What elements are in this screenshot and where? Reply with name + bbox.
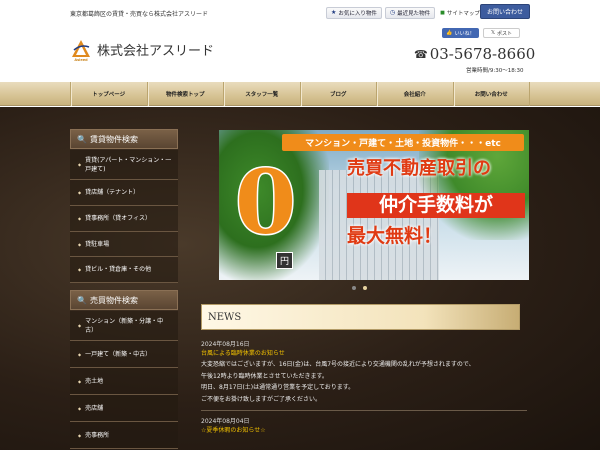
rental-search-list: ◆ 賃貸(アパート・マンション・一戸建て) ◆ 貸店舗（テナント） ◆ 貸事務所… xyxy=(70,150,178,283)
favorites-label: お気に入り物件 xyxy=(338,10,377,17)
news-body-line: 明日、8月17日(土)は通常通り営業を予定しております。 xyxy=(201,384,355,391)
news-date: 2024年08月04日 xyxy=(201,418,250,425)
logo-text: Asleed xyxy=(74,58,88,62)
site-header: 東京都葛飾区の賃貸・売買なら株式会社アスリード ★ お気に入り物件 ◷ 最近見た… xyxy=(0,0,600,82)
hero-slider-banner[interactable]: マンション・戸建て・土地・投資物件・・・etc 0 円 売買不動産取引の 仲介手… xyxy=(219,130,529,280)
bullet-icon: ◆ xyxy=(78,190,82,195)
news-date: 2024年08月16日 xyxy=(201,341,250,348)
sitemap-icon: ■ xyxy=(440,9,445,16)
header-contact-button[interactable]: お問い合わせ xyxy=(480,4,530,19)
sidebar-item-sale-mansion[interactable]: ◆ マンション（新築・分譲・中古） xyxy=(70,311,178,341)
nav-item-blog[interactable]: ブログ xyxy=(299,82,377,106)
clock-icon: ◷ xyxy=(389,9,396,16)
sidebar-item-rental-residential[interactable]: ◆ 賃貸(アパート・マンション・一戸建て) xyxy=(70,150,178,180)
sidebar-item-rental-store[interactable]: ◆ 貸店舗（テナント） xyxy=(70,180,178,206)
news-body-line: 午後12時より臨時休業とさせていただきます。 xyxy=(201,372,328,380)
nav-item-contact[interactable]: お問い合わせ xyxy=(452,82,530,106)
sale-search-list: ◆ マンション（新築・分譲・中古） ◆ 一戸建て（新築・中古） ◆ 売土地 ◆ … xyxy=(70,311,178,449)
banner-yen: 円 xyxy=(276,252,293,269)
recent-button[interactable]: ◷ 最近見た物件 xyxy=(384,6,436,19)
bullet-icon: ◆ xyxy=(78,378,82,384)
recent-label: 最近見た物件 xyxy=(397,10,431,17)
bullet-icon: ◆ xyxy=(78,432,82,438)
phone-icon: ☎ xyxy=(414,47,428,61)
sidebar-item-sale-store[interactable]: ◆ 売店舗 xyxy=(70,395,178,422)
bullet-icon: ◆ xyxy=(78,405,82,411)
sidebar-item-rental-office[interactable]: ◆ 貸事務所（貸オフィス） xyxy=(70,206,178,232)
nav-item-top[interactable]: トップページ xyxy=(70,82,147,106)
news-list: 2024年08月16日 台風による臨時休業のお知らせ 大変恐縮ではございますが、… xyxy=(201,340,527,436)
news-title-link[interactable]: ☆夏季休暇のお知らせ☆ xyxy=(201,426,527,436)
x-post-button[interactable]: 𝕏 ポスト xyxy=(483,28,520,38)
facebook-like-button[interactable]: 👍 いいね！ xyxy=(442,28,479,38)
company-name[interactable]: 株式会社アスリード xyxy=(97,40,214,59)
facebook-like-label: いいね！ xyxy=(454,30,475,37)
rental-search-heading: 🔍 賃貸物件検索 xyxy=(70,129,178,149)
sale-search-heading-label: 売買物件検索 xyxy=(89,295,138,305)
social-buttons: 👍 いいね！ 𝕏 ポスト xyxy=(442,28,520,38)
bullet-icon: ◆ xyxy=(78,216,82,221)
sidebar-item-sale-land[interactable]: ◆ 売土地 xyxy=(70,368,178,395)
phone-number[interactable]: ☎ 03-5678-8660 xyxy=(414,45,535,63)
bullet-icon: ◆ xyxy=(78,323,82,328)
news-divider xyxy=(201,410,527,411)
nav-item-company[interactable]: 会社紹介 xyxy=(376,82,453,106)
bullet-icon: ◆ xyxy=(78,267,82,272)
company-logo-icon[interactable] xyxy=(70,38,92,60)
banner-property-types: マンション・戸建て・土地・投資物件・・・etc xyxy=(282,134,524,151)
slider-pagination xyxy=(352,286,367,290)
favorites-button[interactable]: ★ お気に入り物件 xyxy=(326,6,382,19)
x-logo-icon: 𝕏 xyxy=(490,30,495,36)
sidebar-item-rental-parking[interactable]: ◆ 貸駐車場 xyxy=(70,232,178,257)
business-hours: 営業時間/9:30～18:30 xyxy=(466,68,524,74)
search-icon: 🔍 xyxy=(77,295,87,305)
star-icon: ★ xyxy=(331,9,337,16)
sidebar-item-rental-building[interactable]: ◆ 貸ビル・貸倉庫・その他 xyxy=(70,257,178,283)
global-nav: トップページ 物件検索トップ スタッフ一覧 ブログ 会社紹介 お問い合わせ xyxy=(0,82,600,106)
banner-line-2: 仲介手数料が xyxy=(347,193,525,218)
nav-item-staff[interactable]: スタッフ一覧 xyxy=(223,82,300,106)
bullet-icon: ◆ xyxy=(78,351,82,357)
nav-item-property-search[interactable]: 物件検索トップ xyxy=(146,82,224,106)
sidebar-item-sale-house[interactable]: ◆ 一戸建て（新築・中古） xyxy=(70,341,178,368)
news-title-link[interactable]: 台風による臨時休業のお知らせ xyxy=(201,349,527,359)
sitemap-label: サイトマップ xyxy=(446,10,480,17)
slider-dot-1[interactable] xyxy=(352,286,356,290)
sidebar-item-sale-office[interactable]: ◆ 売事務所 xyxy=(70,422,178,449)
site-tagline: 東京都葛飾区の賃貸・売買なら株式会社アスリード xyxy=(70,11,209,18)
sale-search-heading: 🔍 売買物件検索 xyxy=(70,290,178,310)
thumbs-up-icon: 👍 xyxy=(446,30,453,36)
x-post-label: ポスト xyxy=(497,30,513,37)
banner-zero: 0 xyxy=(233,150,297,254)
phone-number-text: 03-5678-8660 xyxy=(429,45,536,63)
slider-dot-2[interactable] xyxy=(363,286,367,290)
news-heading: NEWS xyxy=(201,304,520,330)
news-body-line: ご不便をお掛け致しますがご了承ください。 xyxy=(201,395,322,403)
sitemap-link[interactable]: ■ サイトマップ xyxy=(438,9,480,17)
banner-line-3: 最大無料！ xyxy=(347,225,443,247)
rental-search-heading-label: 賃貸物件検索 xyxy=(89,134,138,144)
news-body-line: 大変恐縮ではございますが、16日(金)は、台風7号の接近により交通機関の乱れが予… xyxy=(201,361,475,368)
header-links: ★ お気に入り物件 ◷ 最近見た物件 ■ サイトマップ xyxy=(326,6,480,19)
search-icon: 🔍 xyxy=(77,134,87,144)
bullet-icon: ◆ xyxy=(78,162,82,167)
bullet-icon: ◆ xyxy=(78,241,82,247)
banner-line-1: 売買不動産取引の xyxy=(347,158,491,179)
